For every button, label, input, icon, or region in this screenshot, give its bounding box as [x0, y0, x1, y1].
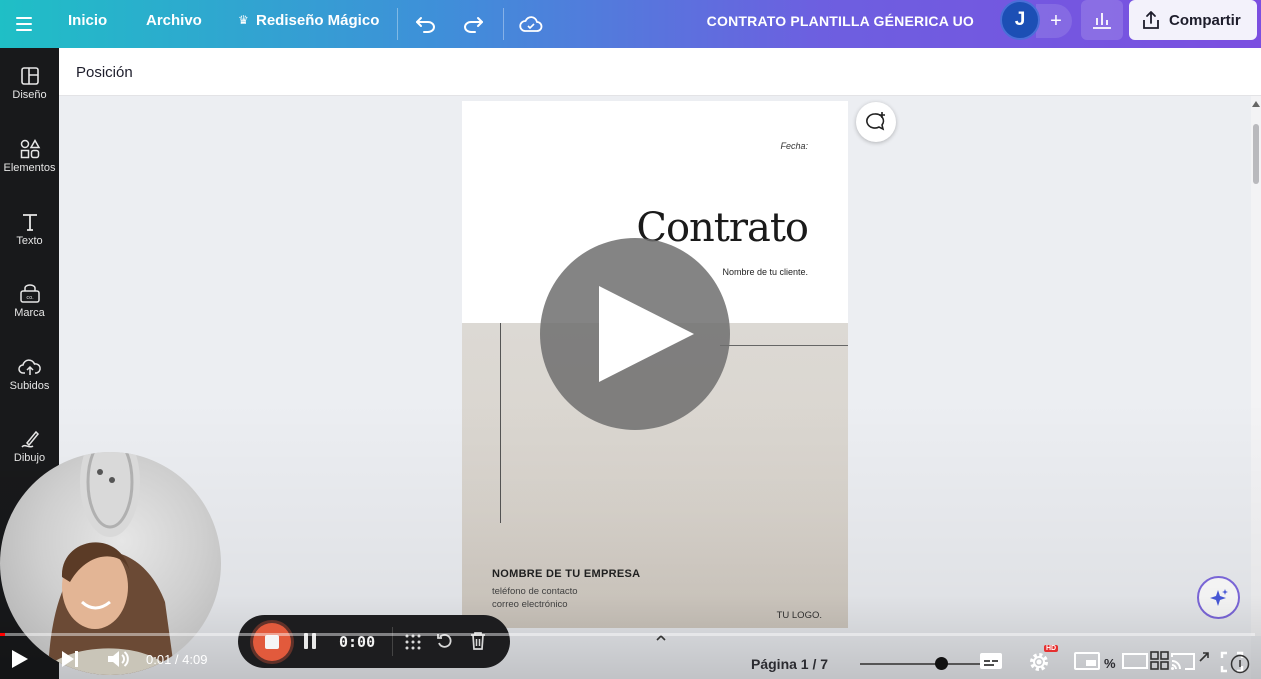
sidebar-item-label: Diseño [12, 89, 47, 101]
zoom-percentage[interactable]: % [1104, 656, 1116, 671]
divider [397, 8, 398, 40]
sidebar-item-marca[interactable]: co. Marca [0, 284, 59, 319]
big-play-button[interactable] [540, 238, 730, 430]
undo-icon[interactable] [412, 10, 440, 38]
current-time: 0:01 [146, 652, 172, 667]
crown-icon: ♛ [238, 13, 249, 27]
context-toolbar: Posición [59, 48, 1261, 96]
duration: 4:09 [182, 652, 208, 667]
divider [392, 627, 393, 656]
sidebar-item-label: Texto [16, 235, 43, 247]
comment-add-icon [866, 112, 885, 131]
menu-magic-redesign[interactable]: Rediseño Mágico [256, 12, 379, 29]
page-indicator[interactable]: Página 1 / 7 [751, 656, 828, 672]
volume-icon[interactable] [106, 648, 130, 670]
menu-archivo[interactable]: Archivo [146, 12, 202, 29]
play-icon [599, 286, 694, 382]
expand-arrow-icon[interactable] [1198, 651, 1210, 663]
time-separator: / [171, 652, 183, 667]
insights-button[interactable] [1081, 0, 1123, 40]
brand-icon: co. [19, 284, 40, 303]
webcam-bubble[interactable] [0, 452, 221, 675]
document-title[interactable]: CONTRATO PLANTILLA GÉNERICA UO [707, 13, 974, 29]
cloud-saved-icon[interactable] [517, 10, 545, 38]
miniplayer-icon[interactable] [1074, 651, 1100, 671]
bar-chart-icon [1093, 13, 1111, 29]
upload-icon [17, 359, 41, 375]
shapes-icon [20, 139, 40, 159]
horizontal-line[interactable] [720, 345, 848, 346]
video-time: 0:01 / 4:09 [146, 652, 207, 667]
divider [503, 8, 504, 40]
sidebar-item-dibujo[interactable]: Dibujo [0, 429, 59, 464]
share-icon [1143, 11, 1159, 29]
contact-phone[interactable]: teléfono de contacto [492, 586, 578, 597]
scroll-thumb[interactable] [1253, 124, 1259, 184]
sidebar-item-label: Marca [14, 307, 45, 319]
layout-icon [20, 67, 39, 85]
svg-text:co.: co. [26, 295, 34, 301]
share-button[interactable]: Compartir [1129, 0, 1257, 40]
cast-icon[interactable] [1170, 651, 1196, 671]
recorder-controls: 0:00 [238, 615, 510, 668]
sidebar-item-texto[interactable]: Texto [0, 212, 59, 247]
grid-view-icon[interactable] [1150, 651, 1170, 671]
hd-badge: HD [1044, 645, 1059, 652]
settings-gear-icon[interactable] [1028, 651, 1050, 673]
avatar[interactable]: J [1000, 0, 1040, 40]
menu-inicio[interactable]: Inicio [68, 12, 107, 29]
contact-email[interactable]: correo electrónico [492, 599, 568, 610]
play-button[interactable] [12, 650, 28, 668]
share-label: Compartir [1169, 11, 1241, 29]
video-progress-bar[interactable] [0, 633, 1255, 636]
top-bar: Inicio Archivo ♛ Rediseño Mágico CONTRAT… [0, 0, 1261, 48]
sidebar-item-label: Elementos [3, 162, 56, 174]
sidebar-item-diseno[interactable]: Diseño [0, 66, 59, 101]
next-video-icon[interactable] [60, 650, 82, 668]
redo-icon[interactable] [459, 10, 487, 38]
stop-icon [265, 635, 279, 649]
vertical-scrollbar[interactable] [1251, 96, 1261, 636]
video-progress-fill [0, 633, 6, 636]
sidebar-item-label: Subidos [9, 380, 50, 392]
magic-assistant-button[interactable] [1197, 576, 1240, 619]
webcam-person-image [40, 452, 175, 675]
help-icon[interactable] [1230, 654, 1250, 674]
subtitles-icon[interactable] [979, 651, 1003, 671]
client-name[interactable]: Nombre de tu cliente. [722, 267, 808, 277]
zoom-slider-handle[interactable] [935, 657, 948, 670]
sidebar-item-subidos[interactable]: Subidos [0, 357, 59, 392]
draw-icon [20, 430, 39, 448]
stop-recording-button[interactable] [253, 623, 291, 661]
theater-mode-icon[interactable] [1122, 651, 1148, 671]
app-window: { "topbar": { "inicio": "Inicio", "archi… [0, 0, 1261, 679]
hamburger-menu-icon[interactable] [10, 10, 38, 38]
position-button[interactable]: Posición [76, 64, 133, 81]
sparkle-icon [1209, 588, 1228, 606]
add-comment-button[interactable] [856, 102, 896, 142]
zoom-slider[interactable] [860, 663, 980, 665]
logo-placeholder[interactable]: TU LOGO. [777, 610, 822, 621]
add-collaborator-button[interactable]: + [1036, 4, 1072, 38]
text-icon [22, 214, 37, 231]
company-name[interactable]: NOMBRE DE TU EMPRESA [492, 568, 640, 580]
date-label[interactable]: Fecha: [780, 141, 808, 151]
vertical-line[interactable] [500, 323, 501, 523]
sidebar-item-elementos[interactable]: Elementos [0, 139, 59, 174]
sidebar-item-label: Dibujo [13, 452, 46, 464]
scroll-up-arrow-icon[interactable] [1252, 101, 1260, 107]
